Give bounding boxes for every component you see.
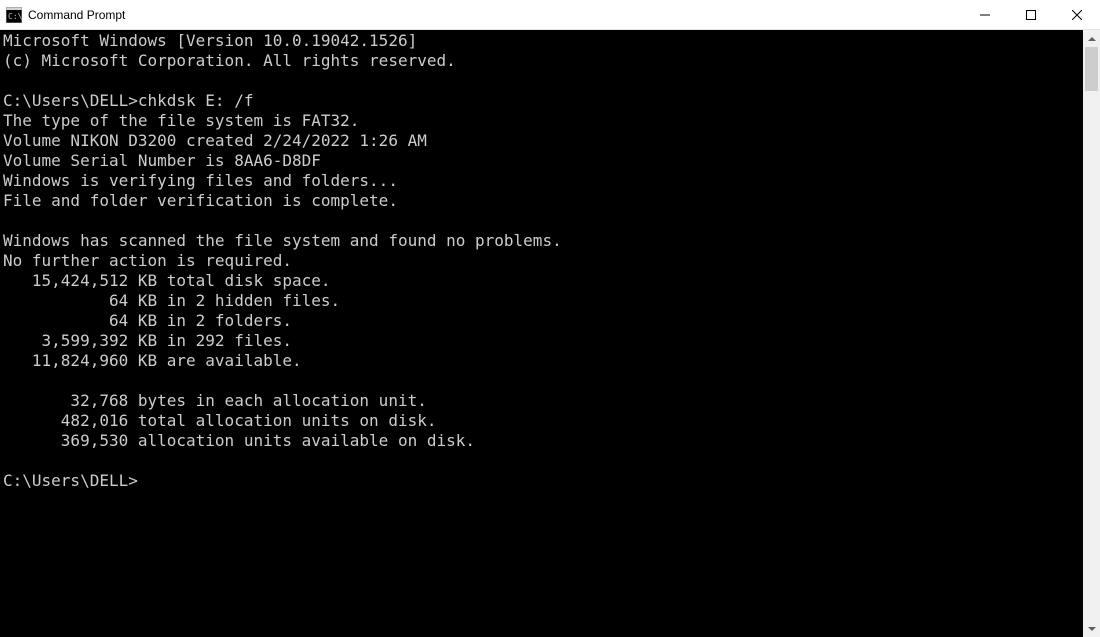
cmd-icon: C:\ [6, 7, 22, 23]
terminal-output[interactable]: Microsoft Windows [Version 10.0.19042.15… [0, 30, 1083, 637]
scroll-down-arrow[interactable] [1083, 620, 1100, 637]
maximize-button[interactable] [1008, 0, 1054, 30]
window-title: Command Prompt [28, 0, 962, 30]
close-button[interactable] [1054, 0, 1100, 30]
minimize-button[interactable] [962, 0, 1008, 30]
titlebar[interactable]: C:\ Command Prompt [0, 0, 1100, 30]
scroll-up-arrow[interactable] [1083, 30, 1100, 47]
content-area: Microsoft Windows [Version 10.0.19042.15… [0, 30, 1100, 637]
scroll-thumb[interactable] [1085, 47, 1098, 91]
svg-text:C:\: C:\ [8, 12, 22, 21]
window-controls [962, 0, 1100, 30]
vertical-scrollbar[interactable] [1083, 30, 1100, 637]
